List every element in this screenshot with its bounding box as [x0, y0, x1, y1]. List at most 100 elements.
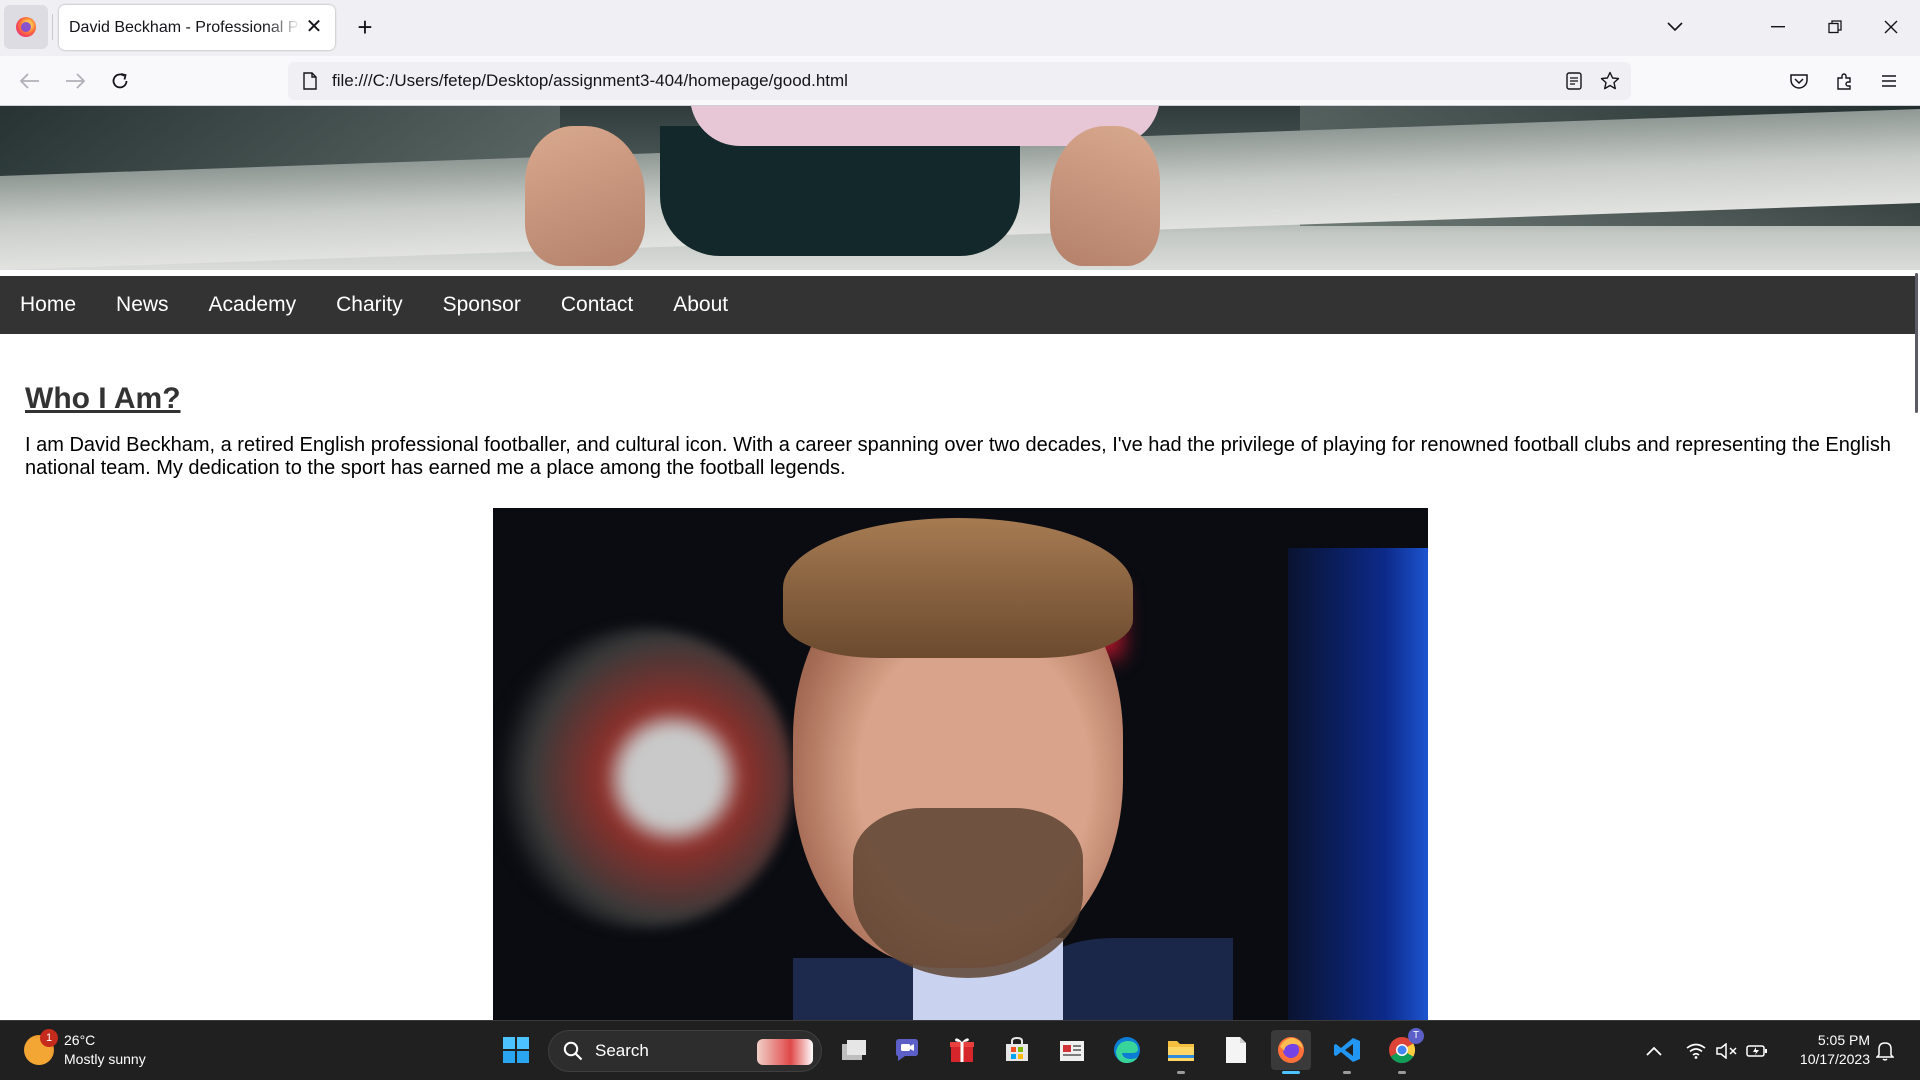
section-heading: Who I Am? [25, 382, 181, 415]
reload-button[interactable] [104, 65, 136, 97]
taskbar-search[interactable]: Search [548, 1030, 822, 1072]
tab-strip: David Beckham - Professional Profile ✕ + [0, 0, 1920, 56]
pocket-icon [1790, 74, 1808, 89]
list-all-tabs-button[interactable] [1660, 12, 1690, 42]
close-tab-icon[interactable]: ✕ [303, 16, 325, 38]
nav-link-news[interactable]: News [116, 293, 169, 317]
navigation-toolbar: file:///C:/Users/fetep/Desktop/assignmen… [0, 56, 1920, 106]
edge-icon [1114, 1037, 1140, 1063]
intro-paragraph: I am David Beckham, a retired English pr… [25, 434, 1891, 479]
wifi-icon [1686, 1043, 1706, 1059]
battery-status[interactable] [1746, 1021, 1768, 1081]
volume-status[interactable] [1716, 1021, 1738, 1081]
bookmark-button[interactable] [1594, 65, 1626, 97]
notifications-button[interactable] [1876, 1021, 1894, 1081]
nav-link-academy[interactable]: Academy [209, 293, 297, 317]
system-clock[interactable]: 5:05 PM 10/17/2023 [1780, 1031, 1870, 1069]
store-icon [1006, 1036, 1028, 1061]
close-icon [1884, 20, 1898, 34]
edge-browser-button[interactable] [1107, 1030, 1147, 1070]
gift-app-button[interactable] [942, 1030, 982, 1070]
reader-view-icon [1566, 72, 1582, 90]
minimize-icon [1771, 26, 1785, 28]
reload-icon [112, 73, 128, 89]
nav-link-about[interactable]: About [673, 293, 728, 317]
clock-date: 10/17/2023 [1799, 1051, 1870, 1067]
puzzle-icon [1837, 73, 1851, 90]
taskbar: 1 26°C Mostly sunny Search T 5:05 PM 10/… [0, 1020, 1920, 1080]
profile-badge: T [1408, 1028, 1424, 1044]
site-navigation: Home News Academy Charity Sponsor Contac… [0, 276, 1915, 334]
notepad-button[interactable] [1216, 1030, 1256, 1070]
notification-badge: 1 [40, 1029, 58, 1047]
firefox-view-button[interactable] [4, 5, 48, 49]
active-indicator [1282, 1071, 1300, 1074]
folder-icon [1168, 1041, 1194, 1061]
minimize-button[interactable] [1758, 8, 1798, 46]
nav-link-contact[interactable]: Contact [561, 293, 633, 317]
pocket-button[interactable] [1783, 65, 1815, 97]
close-window-button[interactable] [1871, 8, 1911, 46]
chevron-up-icon [1646, 1046, 1662, 1056]
clock-time: 5:05 PM [1817, 1032, 1870, 1048]
active-tab[interactable]: David Beckham - Professional Profile ✕ [59, 5, 335, 50]
weather-widget[interactable]: 1 26°C Mostly sunny [24, 1029, 146, 1069]
windows-logo-icon [503, 1037, 529, 1063]
extensions-button[interactable] [1829, 65, 1861, 97]
teams-chat-button[interactable] [887, 1030, 927, 1070]
address-bar[interactable]: file:///C:/Users/fetep/Desktop/assignmen… [288, 62, 1631, 100]
running-indicator [1177, 1071, 1185, 1074]
news-app-button[interactable] [1052, 1030, 1092, 1070]
firefox-icon [16, 17, 36, 37]
page-scrollbar[interactable] [1915, 273, 1918, 413]
search-highlight-image [757, 1039, 813, 1065]
nav-link-charity[interactable]: Charity [336, 293, 403, 317]
weather-sun-icon: 1 [24, 1029, 58, 1065]
weather-temperature: 26°C [64, 1032, 96, 1048]
chevron-down-icon [1667, 22, 1683, 32]
restore-icon [1828, 20, 1842, 34]
reader-view-button[interactable] [1558, 65, 1590, 97]
profile-photo [493, 508, 1428, 1020]
start-button[interactable] [496, 1030, 536, 1070]
app-menu-button[interactable] [1873, 65, 1905, 97]
gift-icon [950, 1038, 974, 1062]
back-arrow-icon [20, 73, 39, 89]
running-indicator [1398, 1071, 1406, 1074]
tab-separator [52, 14, 53, 40]
page-icon [303, 72, 317, 90]
show-hidden-icons-button[interactable] [1646, 1021, 1662, 1081]
forward-arrow-icon [66, 73, 85, 89]
page-viewport: Home News Academy Charity Sponsor Contac… [0, 106, 1920, 1020]
restore-button[interactable] [1815, 8, 1855, 46]
file-explorer-button[interactable] [1161, 1030, 1201, 1074]
chat-icon [896, 1039, 918, 1061]
bell-icon [1876, 1042, 1894, 1061]
back-button[interactable] [14, 65, 46, 97]
star-icon [1600, 71, 1620, 90]
about-section: Who I Am? I am David Beckham, a retired … [25, 382, 1895, 480]
volume-muted-icon [1716, 1043, 1737, 1059]
battery-icon [1746, 1045, 1767, 1057]
firefox-icon [1278, 1037, 1304, 1063]
wifi-status[interactable] [1686, 1021, 1706, 1081]
search-label: Search [595, 1041, 649, 1060]
firefox-taskbar-button[interactable] [1271, 1030, 1311, 1074]
url-text[interactable]: file:///C:/Users/fetep/Desktop/assignmen… [332, 62, 848, 100]
nav-link-sponsor[interactable]: Sponsor [443, 293, 521, 317]
page-info-icon[interactable] [294, 65, 326, 97]
microsoft-store-button[interactable] [997, 1030, 1037, 1070]
tab-title: David Beckham - Professional Profile [69, 18, 301, 36]
search-icon [563, 1041, 583, 1061]
task-view-button[interactable] [834, 1030, 874, 1070]
vscode-button[interactable] [1327, 1030, 1367, 1074]
chrome-button[interactable]: T [1382, 1028, 1424, 1074]
hamburger-menu-icon [1882, 75, 1896, 87]
new-tab-button[interactable]: + [350, 12, 380, 42]
document-icon [1226, 1037, 1246, 1063]
header-banner-image [0, 106, 1920, 270]
forward-button[interactable] [59, 65, 91, 97]
weather-description: Mostly sunny [64, 1051, 146, 1067]
task-view-icon [842, 1040, 866, 1060]
nav-link-home[interactable]: Home [20, 293, 76, 317]
